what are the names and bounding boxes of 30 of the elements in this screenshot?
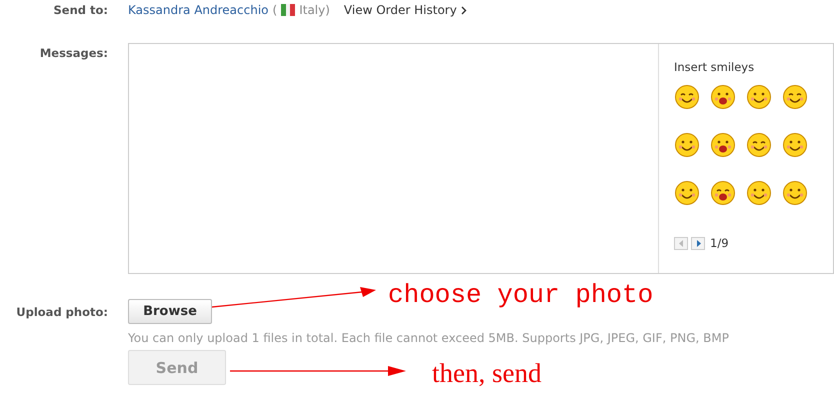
country-name: Italy) [299, 3, 330, 17]
smiley-icon[interactable] [710, 132, 736, 158]
page-indicator: 1/9 [710, 236, 729, 250]
flag-icon [281, 4, 296, 16]
field-label: Send to: [52, 3, 108, 19]
smiley-icon[interactable] [746, 84, 772, 110]
smiley-icon[interactable] [746, 180, 772, 206]
smiley-icon[interactable] [746, 132, 772, 158]
left-triangle-icon [678, 240, 684, 246]
order-history-link[interactable]: View Order History [344, 3, 457, 17]
smiley-icon[interactable] [674, 180, 700, 206]
panel-title: Insert smileys [674, 60, 756, 74]
smiley-icon[interactable] [710, 84, 736, 110]
field-label: Upload photo: [15, 304, 108, 321]
next-page-button[interactable] [691, 236, 705, 250]
smiley-icon[interactable] [782, 132, 808, 158]
country-paren: ( [272, 3, 278, 17]
annotation-text: then, send [432, 358, 542, 389]
field-label: Messages: [38, 45, 108, 62]
annotation-text: choose your photo [388, 280, 654, 310]
smiley-icon[interactable] [782, 84, 808, 110]
recipient-link[interactable]: Kassandra Andreacchio [128, 3, 269, 17]
browse-button[interactable]: Browse [128, 299, 212, 324]
smiley-icon[interactable] [674, 84, 700, 110]
upload-hint: You can only upload 1 files in total. Each file cannot exceed 5MB. Supports JPG, JPEG, GIF, PNG, BMP [128, 331, 729, 345]
chevron-icon [460, 6, 467, 14]
right-triangle-icon [696, 240, 700, 246]
smiley-icon[interactable] [710, 180, 736, 206]
smiley-icon[interactable] [782, 180, 808, 206]
smiley-icon[interactable] [674, 132, 700, 158]
